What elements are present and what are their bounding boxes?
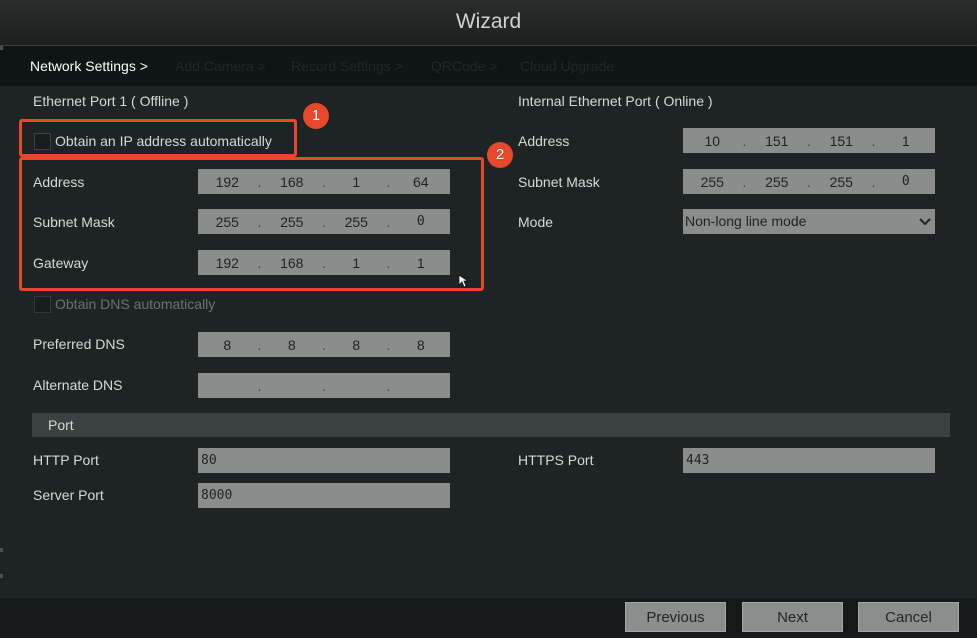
tab-cloud-upgrade[interactable]: Cloud Upgrade [520, 58, 614, 74]
tab-record-settings[interactable]: Record Settings > [291, 58, 403, 74]
next-button[interactable]: Next [742, 602, 843, 632]
annotation-badge-2: 2 [487, 142, 513, 168]
obtain-dns-label: Obtain DNS automatically [55, 296, 216, 312]
highlight-box-2 [19, 157, 484, 291]
internal-address-octet-4[interactable]: 1 [877, 133, 936, 149]
octet-separator: . [386, 377, 391, 394]
preferred-dns-field[interactable]: 8. 8. 8. 8 [198, 332, 450, 357]
https-port-label: HTTPS Port [518, 452, 594, 468]
chevron-down-icon [919, 209, 931, 243]
wizard-steps: Network Settings > Add Camera > Record S… [0, 46, 977, 86]
highlight-box-1 [19, 119, 297, 157]
title-bar: Wizard [0, 0, 977, 46]
edge-mark [0, 46, 3, 50]
internal-subnet-octet-4[interactable]: 0 [877, 174, 936, 189]
cancel-button[interactable]: Cancel [858, 602, 959, 632]
previous-button[interactable]: Previous [625, 602, 726, 632]
internal-port-heading: Internal Ethernet Port ( Online ) [518, 93, 713, 109]
port-section-header: Port [32, 413, 950, 437]
mode-select[interactable]: Non-long line mode [683, 209, 935, 234]
port-section-title: Port [48, 417, 74, 433]
internal-subnet-octet-2[interactable]: 255 [748, 174, 807, 190]
octet-separator: . [322, 377, 326, 394]
preferred-dns-octet-2[interactable]: 8 [263, 337, 322, 353]
preferred-dns-octet-3[interactable]: 8 [327, 337, 386, 353]
mode-select-value: Non-long line mode [685, 213, 807, 229]
tab-qrcode[interactable]: QRCode > [431, 58, 498, 74]
ethernet-port-1-heading: Ethernet Port 1 ( Offline ) [33, 93, 189, 109]
internal-address-octet-2[interactable]: 151 [748, 133, 807, 149]
window-title: Wizard [455, 10, 522, 33]
annotation-badge-1: 1 [303, 103, 329, 129]
internal-subnet-label: Subnet Mask [518, 174, 600, 190]
wizard-footer: Previous Next Cancel [0, 598, 977, 638]
edge-mark [0, 548, 3, 552]
alternate-dns-label: Alternate DNS [33, 377, 123, 393]
internal-address-label: Address [518, 133, 570, 149]
server-port-label: Server Port [33, 487, 104, 503]
https-port-input[interactable]: 443 [683, 448, 935, 473]
mode-label: Mode [518, 214, 554, 230]
internal-address-octet-3[interactable]: 151 [812, 133, 871, 149]
server-port-input[interactable]: 8000 [198, 483, 450, 508]
internal-subnet-octet-3[interactable]: 255 [812, 174, 871, 190]
octet-separator: . [257, 377, 262, 394]
preferred-dns-octet-1[interactable]: 8 [198, 337, 257, 353]
edge-mark [0, 574, 3, 578]
tab-add-camera[interactable]: Add Camera > [175, 58, 266, 74]
internal-address-octet-1[interactable]: 10 [683, 133, 742, 149]
preferred-dns-label: Preferred DNS [33, 336, 125, 352]
preferred-dns-octet-4[interactable]: 8 [392, 337, 451, 353]
alternate-dns-field[interactable]: . . . [198, 373, 450, 398]
mouse-pointer-icon [458, 274, 470, 291]
obtain-dns-checkbox[interactable] [34, 296, 51, 313]
internal-subnet-field[interactable]: 255. 255. 255. 0 [683, 169, 935, 194]
internal-subnet-octet-1[interactable]: 255 [683, 174, 742, 190]
tab-network-settings[interactable]: Network Settings > [30, 58, 148, 74]
internal-address-field[interactable]: 10. 151. 151. 1 [683, 128, 935, 153]
http-port-input[interactable]: 80 [198, 448, 450, 473]
http-port-label: HTTP Port [33, 452, 99, 468]
